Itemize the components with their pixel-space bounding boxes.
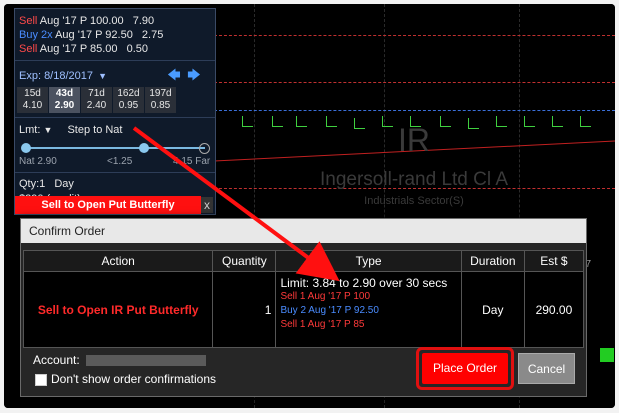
- candle-mark: [468, 118, 479, 129]
- leg-desc: Aug '17 P 85.00: [39, 43, 118, 55]
- dont-show-checkbox[interactable]: Don't show order confirmations: [35, 372, 216, 386]
- strike-days: 197d: [149, 88, 172, 99]
- strike-days: 162d: [117, 88, 140, 99]
- leg-price: 0.50: [126, 43, 149, 55]
- account-row: Account:: [33, 353, 206, 367]
- strike-days: 15d: [24, 88, 41, 99]
- leg-price: 7.90: [132, 15, 155, 27]
- green-marker: [600, 348, 614, 362]
- candle-mark: [552, 116, 563, 127]
- sell-to-open-button[interactable]: Sell to Open Put Butterfly: [15, 196, 201, 214]
- candle-mark: [496, 116, 507, 127]
- header-duration: Duration: [460, 250, 525, 272]
- strike-cell[interactable]: 71d 2.40: [81, 87, 112, 113]
- symbol-watermark: IR: [398, 122, 430, 158]
- confirm-order-dialog: Confirm Order Action Quantity Type Durat…: [20, 218, 587, 397]
- header-quantity: Quantity: [212, 250, 277, 272]
- candle-mark: [242, 116, 253, 127]
- cancel-button[interactable]: Cancel: [518, 353, 575, 384]
- leg-desc: Aug '17 P 100.00: [39, 15, 124, 27]
- app-window: IR Ingersoll-rand Ltd Cl A Industrials S…: [4, 4, 615, 408]
- leg-action: Buy 2x: [19, 29, 53, 41]
- strike-price: 0.95: [118, 100, 139, 111]
- leg-row[interactable]: Sell Aug '17 P 100.00 7.90: [15, 14, 215, 28]
- order-estimate: 290.00: [523, 271, 585, 348]
- header-est: Est $: [523, 250, 585, 272]
- arrow-left-icon[interactable]: 🡄: [167, 68, 181, 82]
- arrow-right-icon[interactable]: 🡆: [187, 68, 201, 82]
- candle-mark: [580, 116, 591, 127]
- price-slider[interactable]: [21, 140, 210, 156]
- order-table: Action Quantity Type Duration Est $ Sell…: [22, 250, 585, 348]
- strike-cell[interactable]: 162d 0.95: [113, 87, 144, 113]
- candle-mark: [354, 118, 365, 129]
- order-duration: Day: [460, 271, 525, 348]
- divider: [15, 117, 215, 118]
- candle-mark: [296, 116, 307, 127]
- account-value-redacted: [85, 355, 206, 367]
- strike-cell[interactable]: 15d 4.10: [17, 87, 48, 113]
- leg-desc: Aug '17 P 92.50: [55, 29, 133, 41]
- account-label: Account:: [33, 353, 80, 367]
- strike-price: 2.40: [86, 100, 107, 111]
- slider-end-knob: [199, 143, 210, 154]
- leg-price: 2.75: [141, 29, 164, 41]
- candle-mark: [326, 116, 337, 127]
- expiration-selector[interactable]: Exp: 8/18/2017 ▼ 🡄 🡆: [15, 67, 215, 85]
- leg-row[interactable]: Sell Aug '17 P 85.00 0.50: [15, 42, 215, 56]
- expiration-label: Exp: 8/18/2017: [19, 70, 94, 82]
- slider-labels: Nat 2.90 <1.25 4.15 Far: [15, 156, 215, 169]
- dont-show-label: Don't show order confirmations: [51, 372, 217, 386]
- dialog-title: Confirm Order: [21, 219, 586, 243]
- nat-price-label: Nat 2.90: [19, 156, 57, 167]
- candle-mark: [524, 116, 535, 127]
- table-row: Sell to Open IR Put Butterfly 1 Limit: 3…: [22, 271, 585, 348]
- strike-price: 0.85: [150, 100, 171, 111]
- order-type-cell: Limit: 3.84 to 2.90 over 30 secs Sell 1 …: [275, 271, 462, 348]
- strike-cell-selected[interactable]: 43d 2.90: [49, 87, 80, 113]
- slider-start-knob[interactable]: [21, 143, 31, 153]
- chevron-down-icon: ▼: [43, 125, 53, 135]
- slider-handle[interactable]: [139, 143, 149, 153]
- company-watermark: Ingersoll-rand Ltd Cl A: [320, 169, 508, 190]
- order-quantity: 1: [212, 271, 277, 348]
- mid-price-label: <1.25: [107, 156, 133, 167]
- leg-action: Sell: [19, 15, 38, 27]
- step-mode-label[interactable]: Step to Nat: [67, 124, 122, 136]
- strike-price: 4.10: [22, 100, 43, 111]
- strike-days: 71d: [88, 88, 105, 99]
- candle-mark: [272, 116, 283, 127]
- order-type-label: Lmt:: [19, 124, 41, 136]
- limit-line: Limit: 3.84 to 2.90 over 30 secs: [280, 276, 448, 290]
- place-order-button[interactable]: Place Order: [422, 353, 508, 384]
- checkbox-icon[interactable]: [35, 373, 47, 386]
- table-header: Action Quantity Type Duration Est $: [22, 250, 585, 272]
- strike-price: 2.90: [54, 100, 75, 111]
- divider: [15, 60, 215, 61]
- header-action: Action: [22, 250, 214, 272]
- order-leg: Sell 1 Aug '17 P 100: [280, 291, 371, 302]
- sector-watermark: Industrials Sector(S): [364, 195, 464, 207]
- strike-cell[interactable]: 197d 0.85: [145, 87, 176, 113]
- expiration-strip: 15d 4.10 43d 2.90 71d 2.40 162d 0.95 197…: [15, 87, 215, 113]
- leg-row[interactable]: Buy 2x Aug '17 P 92.50 2.75: [15, 28, 215, 42]
- chevron-down-icon: ▼: [98, 71, 107, 81]
- slider-track: [25, 147, 205, 149]
- order-type-row: Lmt: ▼ Step to Nat: [15, 120, 215, 140]
- trade-panel: Sell Aug '17 P 100.00 7.90 Buy 2x Aug '1…: [14, 8, 216, 215]
- strike-days: 43d: [55, 88, 74, 99]
- order-leg: Sell 1 Aug '17 P 85: [280, 319, 365, 330]
- close-icon[interactable]: x: [201, 197, 213, 213]
- order-type-dropdown[interactable]: Lmt: ▼: [19, 124, 55, 136]
- legs-list: Sell Aug '17 P 100.00 7.90 Buy 2x Aug '1…: [15, 9, 215, 56]
- header-type: Type: [275, 250, 462, 272]
- far-price-label: 4.15 Far: [173, 156, 211, 167]
- quantity-field[interactable]: Qty:1: [19, 178, 45, 190]
- order-leg: Buy 2 Aug '17 P 92.50: [280, 305, 379, 316]
- order-action: Sell to Open IR Put Butterfly: [22, 271, 214, 348]
- qty-row: Qty:1 Day: [15, 176, 215, 192]
- time-in-force[interactable]: Day: [54, 178, 74, 190]
- leg-action: Sell: [19, 43, 38, 55]
- divider: [15, 172, 215, 173]
